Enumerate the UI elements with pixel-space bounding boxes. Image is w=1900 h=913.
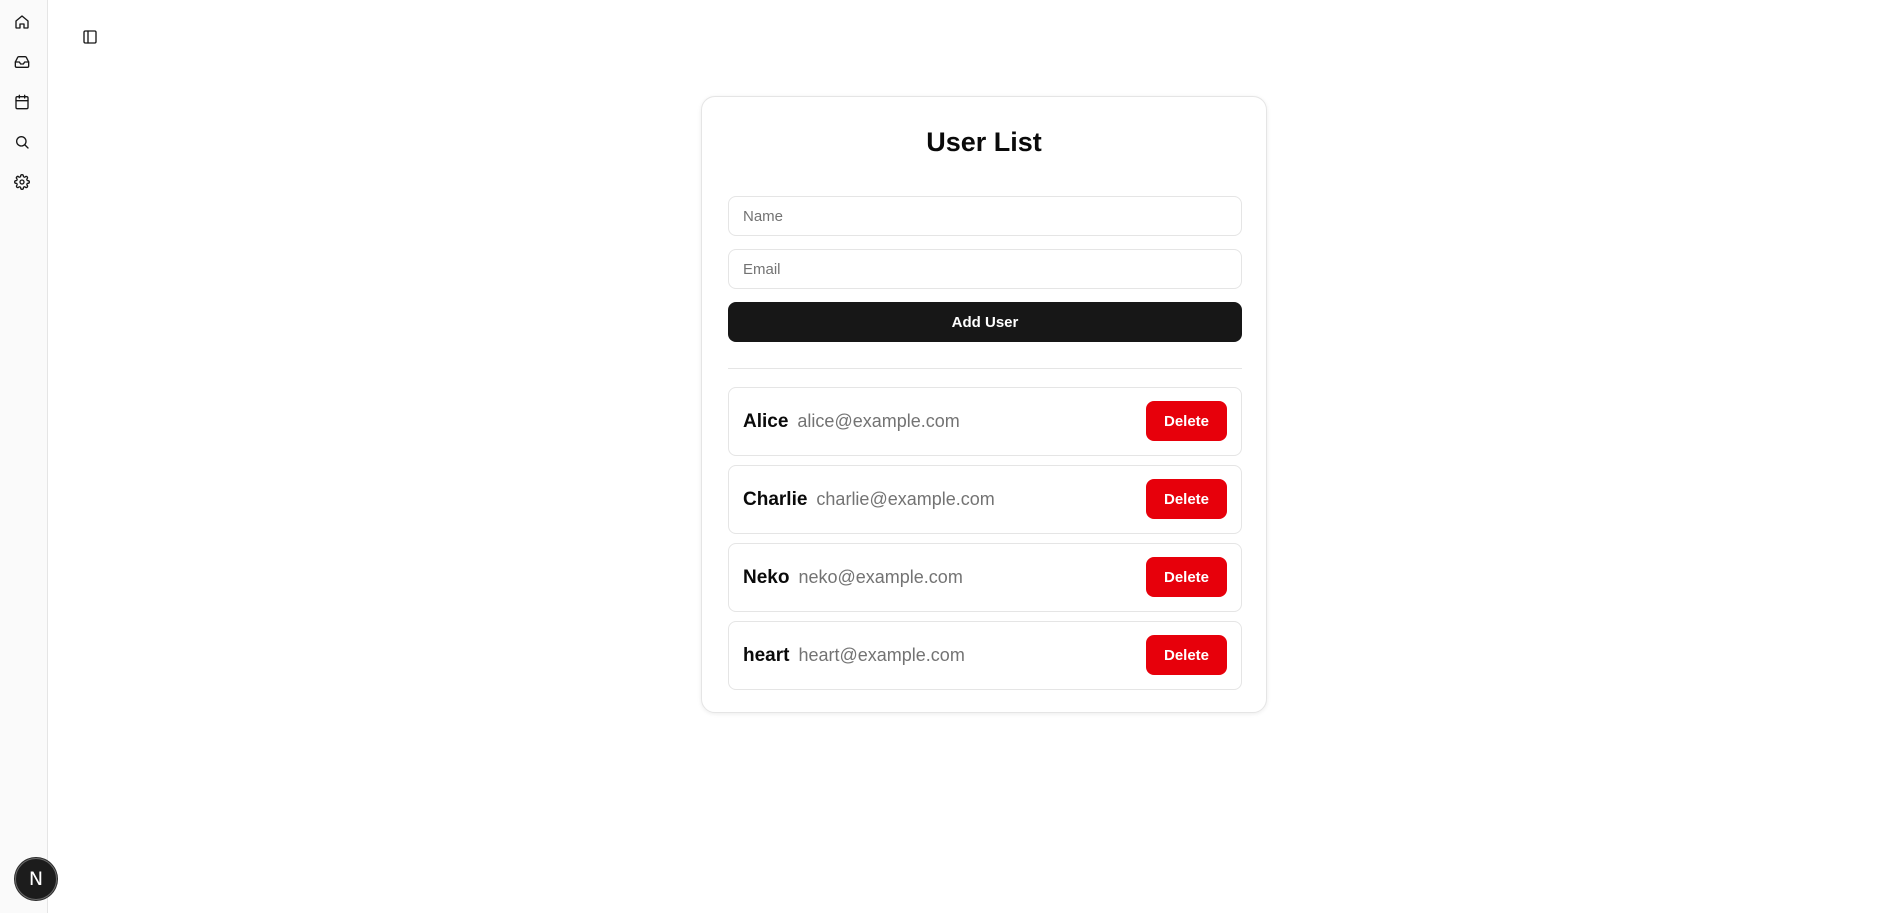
home-icon [15, 15, 29, 29]
sidebar-item-settings[interactable] [10, 170, 34, 194]
sidebar-item-calendar[interactable] [10, 90, 34, 114]
user-name: Alice [743, 410, 789, 432]
sidebar-item-search[interactable] [10, 130, 34, 154]
name-input[interactable] [728, 196, 1242, 236]
user-name: heart [743, 644, 790, 666]
delete-button[interactable]: Delete [1146, 635, 1227, 675]
sidebar [0, 0, 48, 913]
page-title: User List [926, 127, 1042, 157]
user-email: alice@example.com [797, 411, 960, 431]
user-row: heart heart@example.com Delete [728, 621, 1242, 690]
user-name: Charlie [743, 488, 808, 510]
inbox-icon [14, 56, 30, 68]
sidebar-item-inbox[interactable] [10, 50, 34, 74]
divider [728, 368, 1242, 369]
delete-button[interactable]: Delete [1146, 479, 1227, 519]
user-list-card: User List Add User Alice alice@example.c… [701, 96, 1267, 713]
sidebar-item-home[interactable] [10, 10, 34, 34]
app-avatar[interactable]: N [15, 858, 57, 900]
sidebar-toggle-button[interactable] [78, 25, 102, 49]
delete-button[interactable]: Delete [1146, 401, 1227, 441]
add-user-button[interactable]: Add User [728, 302, 1242, 342]
avatar-letter: N [28, 868, 44, 890]
search-icon [16, 136, 29, 149]
panel-left-icon [83, 30, 97, 44]
user-email: heart@example.com [798, 645, 965, 665]
email-input[interactable] [728, 249, 1242, 289]
user-email: neko@example.com [798, 567, 963, 587]
user-name: Neko [743, 566, 790, 588]
user-row: Neko neko@example.com Delete [728, 543, 1242, 612]
delete-button[interactable]: Delete [1146, 557, 1227, 597]
calendar-icon [15, 94, 29, 110]
user-row: Alice alice@example.com Delete [728, 387, 1242, 456]
user-email: charlie@example.com [816, 489, 995, 509]
user-row: Charlie charlie@example.com Delete [728, 465, 1242, 534]
settings-icon [14, 174, 30, 190]
